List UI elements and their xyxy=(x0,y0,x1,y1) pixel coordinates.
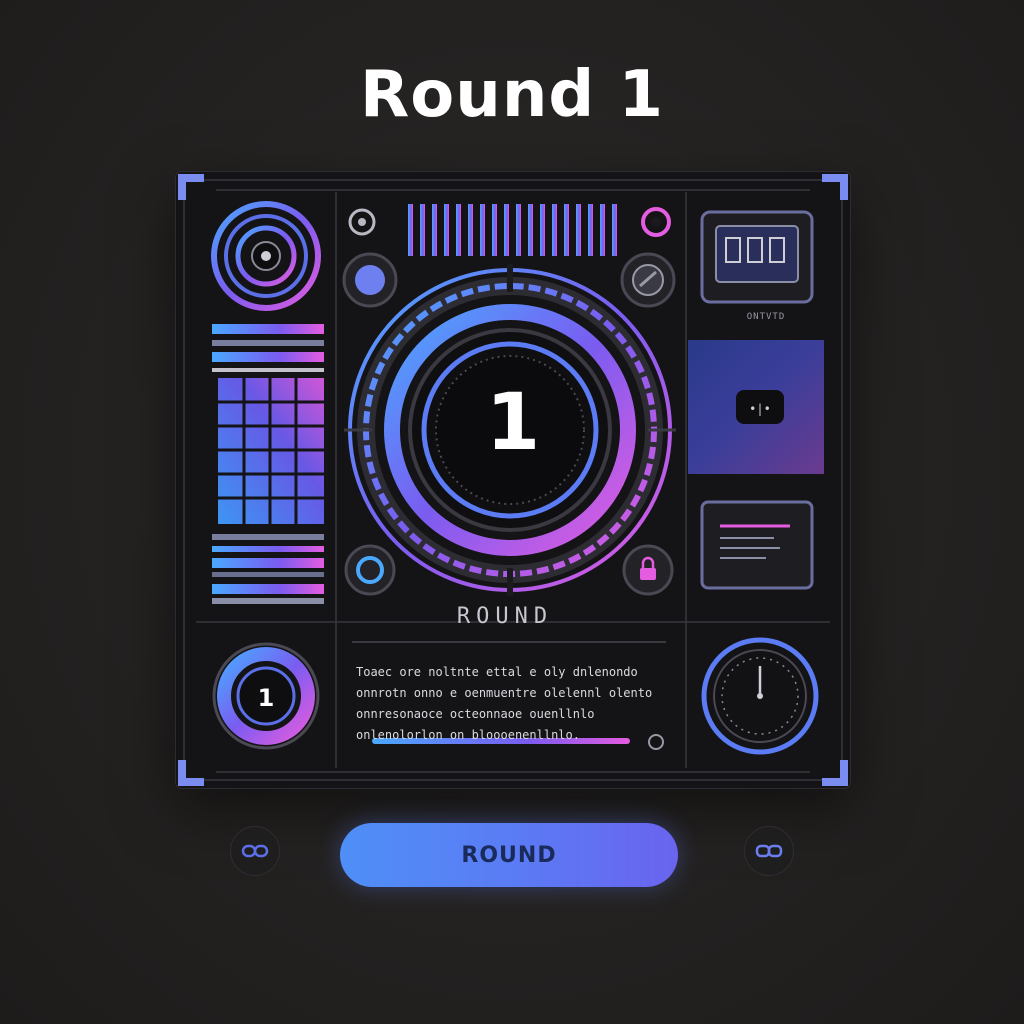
orb-bottom-left xyxy=(344,544,396,596)
knob-top-right xyxy=(641,207,671,237)
orb-left xyxy=(342,252,398,308)
round-number: 1 xyxy=(485,378,541,468)
right-small-screen xyxy=(700,500,814,590)
link-icon xyxy=(755,844,783,858)
link-icon xyxy=(241,844,269,858)
top-equalizer xyxy=(408,204,617,256)
round-button[interactable]: ROUND xyxy=(340,823,678,887)
knob-top-left xyxy=(348,208,376,236)
orb-right xyxy=(620,252,676,308)
left-side-button[interactable] xyxy=(230,826,280,876)
monitor-label: ONTVTD xyxy=(746,312,786,322)
mini-round-number: 1 xyxy=(257,684,275,712)
top-left-dial xyxy=(211,201,321,311)
right-side-button[interactable] xyxy=(744,826,794,876)
lock-icon xyxy=(622,544,674,596)
left-lower-bars xyxy=(212,534,324,604)
clock-icon xyxy=(701,637,819,755)
left-equalizer-bars xyxy=(212,324,324,372)
screen-text: Toaec ore noltnte ettal e oly dnlenondo … xyxy=(356,665,653,742)
round-title: Round 1 xyxy=(360,58,664,132)
round-label: ROUND xyxy=(456,604,554,629)
right-monitor xyxy=(700,210,814,304)
game-console-panel: •|• 1 1 ROUND ONTVTD Toaec ore noltnte e… xyxy=(176,172,850,788)
